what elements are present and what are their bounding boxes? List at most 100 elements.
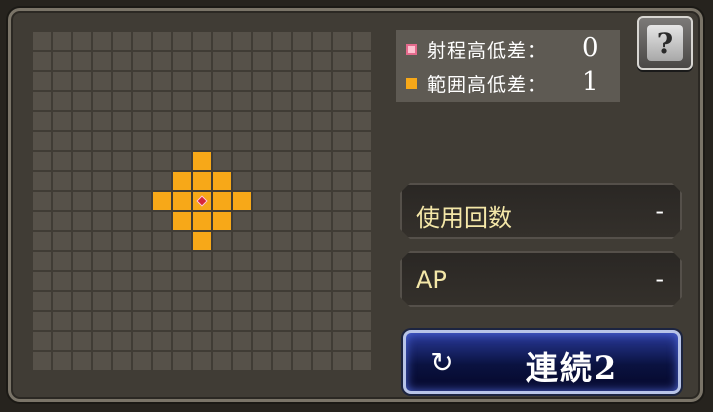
grid-cell (253, 92, 271, 110)
grid-cell (353, 312, 371, 330)
grid-cell (273, 172, 291, 190)
grid-cell (73, 112, 91, 130)
grid-cell-in-range (193, 152, 211, 170)
grid-cell (73, 252, 91, 270)
grid-cell (353, 192, 371, 210)
grid-cell (53, 132, 71, 150)
chain-button[interactable]: ↻ 連続2 (403, 330, 681, 394)
help-icon: ? (647, 25, 683, 61)
grid-cell (213, 92, 231, 110)
grid-cell (93, 272, 111, 290)
grid-center-cell (193, 192, 211, 210)
grid-cell (93, 132, 111, 150)
grid-cell (253, 152, 271, 170)
grid-cell (313, 92, 331, 110)
grid-cell (193, 92, 211, 110)
grid-cell-in-range (213, 212, 231, 230)
grid-cell (113, 72, 131, 90)
grid-cell (173, 152, 191, 170)
grid-cell (153, 312, 171, 330)
grid-cell (213, 72, 231, 90)
grid-cell (333, 72, 351, 90)
uses-count-label: 使用回数 (416, 204, 512, 232)
grid-cell (353, 32, 371, 50)
grid-cell (313, 332, 331, 350)
grid-cell (273, 352, 291, 370)
grid-cell (193, 332, 211, 350)
grid-cell (313, 292, 331, 310)
grid-cell (93, 312, 111, 330)
grid-cell (273, 72, 291, 90)
grid-cell (293, 292, 311, 310)
grid-cell (193, 132, 211, 150)
grid-cell (333, 292, 351, 310)
grid-cell (113, 212, 131, 230)
grid-cell (313, 52, 331, 70)
grid-cell (53, 272, 71, 290)
grid-cell (253, 132, 271, 150)
grid-cell (153, 212, 171, 230)
grid-cell (253, 292, 271, 310)
grid-cell (233, 292, 251, 310)
grid-cell (133, 172, 151, 190)
grid-cell (53, 212, 71, 230)
grid-cell (173, 52, 191, 70)
grid-cell-in-range (153, 192, 171, 210)
range-height-label: 射程高低差： (427, 39, 548, 62)
grid-cell (193, 72, 211, 90)
grid-cell (333, 212, 351, 230)
grid-cell (53, 292, 71, 310)
grid-cell (293, 72, 311, 90)
grid-cell (253, 232, 271, 250)
grid-cell-in-range (213, 172, 231, 190)
grid-cell (313, 232, 331, 250)
grid-cell (173, 92, 191, 110)
grid-cell (173, 352, 191, 370)
help-button[interactable]: ? (637, 16, 693, 70)
grid-cell (333, 332, 351, 350)
grid-cell (333, 52, 351, 70)
grid-cell (93, 352, 111, 370)
grid-cell (73, 132, 91, 150)
grid-cell (53, 32, 71, 50)
grid-cell (73, 172, 91, 190)
grid-cell (53, 192, 71, 210)
cycle-icon: ↻ (430, 346, 454, 379)
grid-cell (33, 172, 51, 190)
grid-cell (53, 252, 71, 270)
grid-cell-in-range (173, 172, 191, 190)
grid-cell (173, 292, 191, 310)
grid-cell (153, 352, 171, 370)
grid-cell (333, 112, 351, 130)
grid-cell (273, 52, 291, 70)
grid-cell (33, 152, 51, 170)
grid-cell (253, 32, 271, 50)
grid-cell (33, 192, 51, 210)
grid-cell (93, 292, 111, 310)
grid-cell (253, 72, 271, 90)
grid-cell (73, 272, 91, 290)
grid-cell (253, 172, 271, 190)
grid-cell (133, 312, 151, 330)
grid-cell (173, 252, 191, 270)
grid-cell (313, 132, 331, 150)
grid-cell (293, 212, 311, 230)
grid-cell (73, 52, 91, 70)
grid-cell (353, 272, 371, 290)
grid-cell (213, 112, 231, 130)
grid-cell (313, 312, 331, 330)
grid-cell (113, 292, 131, 310)
area-height-row: 範囲高低差： 1 (406, 66, 599, 100)
grid-cell (233, 312, 251, 330)
grid-cell (313, 272, 331, 290)
grid-cell (33, 212, 51, 230)
grid-cell (93, 212, 111, 230)
grid-cell-in-range (173, 212, 191, 230)
grid-cell (133, 352, 151, 370)
grid-cell (253, 352, 271, 370)
grid-cell (73, 152, 91, 170)
grid-cell (93, 112, 111, 130)
grid-cell (313, 112, 331, 130)
grid-cell (233, 52, 251, 70)
grid-cell (313, 152, 331, 170)
